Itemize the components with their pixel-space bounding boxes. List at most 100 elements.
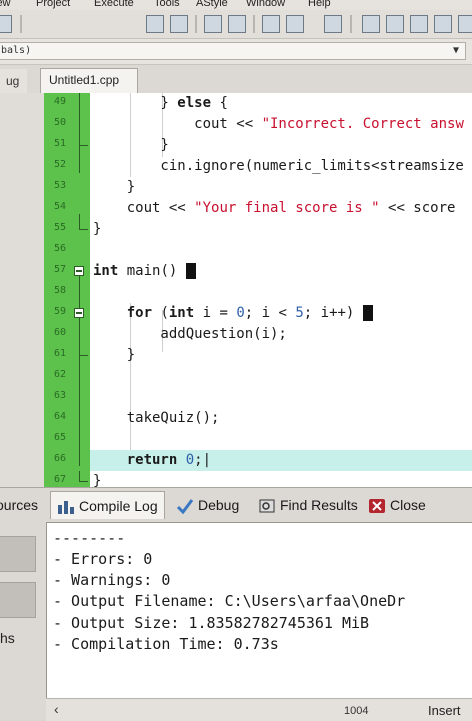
- scroll-left-icon[interactable]: ‹: [54, 701, 59, 717]
- compile-icon[interactable]: [204, 15, 222, 33]
- code-text: for (int i = 0; i < 5; i++): [93, 304, 373, 323]
- code-text: }: [93, 473, 102, 487]
- tab-find-results-label: Find Results: [280, 497, 358, 513]
- menu-execute[interactable]: Execute: [94, 0, 134, 9]
- code-line: 66 return 0;|: [44, 450, 472, 471]
- status-line-count: 1004: [344, 705, 369, 717]
- code-text: }: [93, 347, 136, 363]
- fold-toggle-icon[interactable]: [74, 308, 84, 318]
- code-line: 56: [44, 240, 472, 261]
- code-text: }: [93, 221, 102, 237]
- status-insert-mode: Insert: [428, 703, 461, 718]
- compiler-row: bals) ▼: [0, 39, 472, 65]
- code-text: cin.ignore(numeric_limits<streamsize: [93, 158, 464, 174]
- code-line: 67 }: [44, 471, 472, 487]
- chevron-down-icon[interactable]: ▼: [453, 43, 459, 59]
- tab-debug-panel[interactable]: Debug: [176, 491, 239, 519]
- toolbar: [0, 10, 472, 39]
- compile-log-output[interactable]: -------- - Errors: 0 - Warnings: 0 - Out…: [46, 522, 472, 699]
- fold-toggle-icon[interactable]: [74, 266, 84, 276]
- window-icon[interactable]: [362, 15, 380, 33]
- toolbar-separator: [20, 15, 22, 33]
- fold-end: [79, 135, 88, 146]
- menu-bar: iew Project Execute Tools AStyle Window …: [0, 0, 472, 10]
- tab-compile-log-label: Compile Log: [79, 498, 158, 514]
- code-line: 62: [44, 366, 472, 387]
- tab-debug[interactable]: ug: [0, 69, 28, 93]
- code-text: int main(): [93, 262, 196, 281]
- side-button[interactable]: [0, 536, 36, 572]
- window-icon[interactable]: [410, 15, 428, 33]
- code-line: 58: [44, 282, 472, 303]
- brace-match-marker: [185, 263, 196, 279]
- fold-end: [79, 345, 88, 356]
- editor-tabs: ug Untitled1.cpp: [0, 65, 472, 94]
- tab-compile-log[interactable]: Compile Log: [50, 491, 165, 519]
- line-number: 55: [53, 222, 66, 233]
- tab-find-results[interactable]: Find Results: [258, 491, 358, 519]
- save-icon[interactable]: [0, 15, 12, 33]
- code-editor[interactable]: 49 } else { 50 cout << "Incorrect. Corre…: [44, 93, 472, 487]
- code-text: cout << "Incorrect. Correct answ: [93, 116, 464, 132]
- line-number: 54: [53, 201, 66, 212]
- code-text: } else {: [93, 95, 228, 111]
- tab-resources[interactable]: ources: [0, 491, 38, 519]
- window-icon[interactable]: [386, 15, 404, 33]
- fold-end: [79, 471, 88, 482]
- line-number: 58: [53, 285, 66, 296]
- code-line: 52 cin.ignore(numeric_limits<streamsize: [44, 156, 472, 177]
- compile-log-icon: [58, 501, 74, 515]
- code-line: 50 cout << "Incorrect. Correct answ: [44, 114, 472, 135]
- code-line: 59 for (int i = 0; i < 5; i++): [44, 303, 472, 324]
- code-line: 53 }: [44, 177, 472, 198]
- line-number: 60: [53, 327, 66, 338]
- log-errors: - Errors: 0: [53, 550, 153, 568]
- side-button[interactable]: [0, 582, 36, 618]
- menu-tools[interactable]: Tools: [154, 0, 180, 9]
- status-bar: ‹ 1004 Insert: [46, 698, 472, 721]
- code-line: 55 }: [44, 219, 472, 240]
- toolbar-separator: [350, 15, 352, 33]
- log-compilation-time: - Compilation Time: 0.73s: [53, 635, 279, 653]
- code-text: addQuestion(i);: [93, 326, 287, 342]
- line-number: 49: [53, 96, 66, 107]
- line-number: 53: [53, 180, 66, 191]
- rebuild-icon[interactable]: [262, 15, 280, 33]
- open-icon[interactable]: [170, 15, 188, 33]
- code-text: takeQuiz();: [93, 410, 220, 426]
- project-panel: [0, 93, 45, 493]
- code-line: 54 cout << "Your final score is " << sco…: [44, 198, 472, 219]
- menu-project[interactable]: Project: [36, 0, 70, 9]
- menu-astyle[interactable]: AStyle: [196, 0, 228, 9]
- log-output-size: - Output Size: 1.83582782745361 MiB: [53, 614, 370, 632]
- code-line: 51 }: [44, 135, 472, 156]
- line-number: 66: [53, 453, 66, 464]
- code-text: return 0;|: [126, 452, 212, 468]
- close-button[interactable]: Close: [368, 491, 426, 519]
- line-number: 56: [53, 243, 66, 254]
- fold-end: [79, 219, 88, 230]
- line-number: 61: [53, 348, 66, 359]
- code-line: 49 } else {: [44, 93, 472, 114]
- code-line: 64 takeQuiz();: [44, 408, 472, 429]
- side-label: hs: [0, 630, 15, 646]
- line-number: 65: [53, 432, 66, 443]
- menu-help[interactable]: Help: [308, 0, 331, 9]
- debug-icon[interactable]: [286, 15, 304, 33]
- run-icon[interactable]: [228, 15, 246, 33]
- tab-untitled1[interactable]: Untitled1.cpp: [40, 68, 138, 93]
- window-icon[interactable]: [458, 15, 472, 33]
- line-number: 57: [53, 264, 66, 275]
- compiler-select[interactable]: bals) ▼: [0, 42, 466, 60]
- code-line: 60 addQuestion(i);: [44, 324, 472, 345]
- code-line: 63: [44, 387, 472, 408]
- menu-view[interactable]: iew: [0, 0, 11, 9]
- profile-icon[interactable]: [324, 15, 342, 33]
- line-number: 63: [53, 390, 66, 401]
- menu-window[interactable]: Window: [246, 0, 285, 9]
- window-icon[interactable]: [434, 15, 452, 33]
- code-line: 65: [44, 429, 472, 450]
- new-file-icon[interactable]: [146, 15, 164, 33]
- line-number: 59: [53, 306, 66, 317]
- code-text: cout << "Your final score is " << score: [93, 200, 456, 216]
